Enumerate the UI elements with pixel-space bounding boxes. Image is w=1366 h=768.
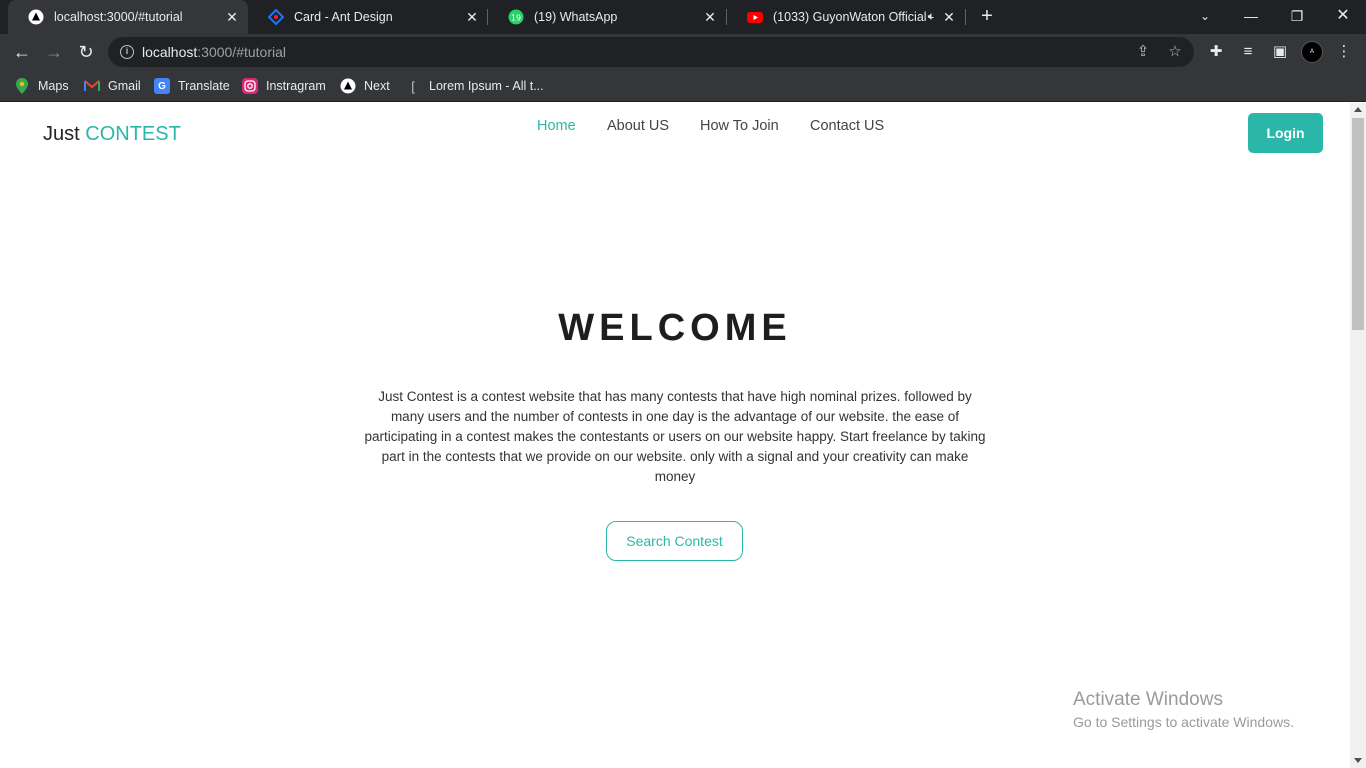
activate-windows-watermark: Activate Windows Go to Settings to activ… <box>1073 689 1294 730</box>
activate-title: Activate Windows <box>1073 689 1223 710</box>
close-tab-icon[interactable]: ✕ <box>464 9 480 25</box>
tab-title: Card - Ant Design <box>294 10 393 24</box>
browser-toolbar: ← → ↻ i localhost:3000/#tutorial ⇪ ☆ ✚ ≡… <box>0 34 1366 70</box>
tab-divider <box>965 9 966 25</box>
ant-design-icon <box>268 9 284 25</box>
site-info-icon[interactable]: i <box>120 45 134 59</box>
instagram-icon <box>242 78 258 94</box>
nav-how-to-join[interactable]: How To Join <box>700 118 779 134</box>
tab-title: (19) WhatsApp <box>534 10 618 24</box>
whatsapp-badge: 19 <box>511 14 521 23</box>
scrollbar-thumb[interactable] <box>1352 118 1364 330</box>
maps-icon <box>14 78 30 94</box>
nextjs-icon <box>28 9 44 25</box>
speaker-icon[interactable]: 🔈︎ <box>928 9 935 24</box>
page-viewport: Just CONTEST Home About US How To Join C… <box>0 103 1350 768</box>
tab-localhost[interactable]: localhost:3000/#tutorial ✕ <box>8 0 248 34</box>
tab-strip: localhost:3000/#tutorial ✕ Card - Ant De… <box>0 0 1366 34</box>
tab-title: (1033) GuyonWaton Official - <box>773 10 935 24</box>
close-tab-icon[interactable]: ✕ <box>941 9 957 25</box>
menu-kebab-icon[interactable]: ⋮ <box>1334 42 1354 62</box>
media-control-icon[interactable]: ≡ <box>1238 42 1258 62</box>
nav-home[interactable]: Home <box>537 118 576 134</box>
nextjs-icon <box>340 78 356 94</box>
tab-ant-design[interactable]: Card - Ant Design ✕ <box>248 0 488 34</box>
lorem-ipsum-icon: [ <box>411 78 415 94</box>
tab-whatsapp[interactable]: 19 (19) WhatsApp ✕ <box>488 0 726 34</box>
address-bar[interactable]: i localhost:3000/#tutorial ⇪ ☆ <box>108 37 1194 67</box>
gmail-icon <box>84 78 100 94</box>
login-button[interactable]: Login <box>1248 113 1323 153</box>
bookmarks-bar: Maps Gmail G Translate Instragram Next [… <box>0 70 1366 102</box>
site-logo[interactable]: Just CONTEST <box>43 123 181 146</box>
bookmark-star-icon[interactable]: ☆ <box>1166 43 1184 61</box>
scroll-down-icon[interactable] <box>1354 758 1362 763</box>
share-icon[interactable]: ⇪ <box>1134 43 1152 61</box>
tab-youtube[interactable]: (1033) GuyonWaton Official - 🔈︎ ✕ <box>727 0 965 34</box>
bookmark-instagram[interactable]: Instragram <box>242 76 326 96</box>
profile-avatar[interactable]: A <box>1301 41 1323 63</box>
page-scrollbar[interactable] <box>1350 103 1366 768</box>
url-text[interactable]: localhost:3000/#tutorial <box>142 44 286 60</box>
hero-title: WELCOME <box>558 307 792 349</box>
nav-about-us[interactable]: About US <box>607 118 669 134</box>
activate-subtitle: Go to Settings to activate Windows. <box>1073 714 1294 730</box>
translate-icon: G <box>154 78 170 94</box>
youtube-icon <box>747 9 763 25</box>
forward-icon[interactable]: → <box>42 40 66 64</box>
bookmark-maps[interactable]: Maps <box>14 76 69 96</box>
back-icon[interactable]: ← <box>10 40 34 64</box>
scroll-up-icon[interactable] <box>1354 107 1362 112</box>
nav-contact-us[interactable]: Contact US <box>810 118 884 134</box>
window-close-icon[interactable]: ✕ <box>1320 0 1366 32</box>
bookmark-next[interactable]: Next <box>340 76 390 96</box>
bookmark-gmail[interactable]: Gmail <box>84 76 141 96</box>
search-contest-button[interactable]: Search Contest <box>606 521 743 561</box>
bookmark-lorem-ipsum[interactable]: [ Lorem Ipsum - All t... <box>405 76 543 96</box>
bookmark-translate[interactable]: G Translate <box>154 76 230 96</box>
new-tab-button[interactable]: + <box>976 5 998 27</box>
hero-description: Just Contest is a contest website that h… <box>364 389 986 484</box>
reload-icon[interactable]: ↻ <box>74 40 98 64</box>
close-tab-icon[interactable]: ✕ <box>224 9 240 25</box>
minimize-icon[interactable]: — <box>1228 0 1274 32</box>
restore-icon[interactable]: ❐ <box>1274 0 1320 32</box>
tab-title: localhost:3000/#tutorial <box>54 10 183 24</box>
tab-search-icon[interactable]: ⌄ <box>1182 0 1228 32</box>
extensions-icon[interactable]: ✚ <box>1206 42 1226 62</box>
close-tab-icon[interactable]: ✕ <box>702 9 718 25</box>
side-panel-icon[interactable]: ▣ <box>1270 42 1290 62</box>
whatsapp-icon: 19 <box>508 9 524 25</box>
